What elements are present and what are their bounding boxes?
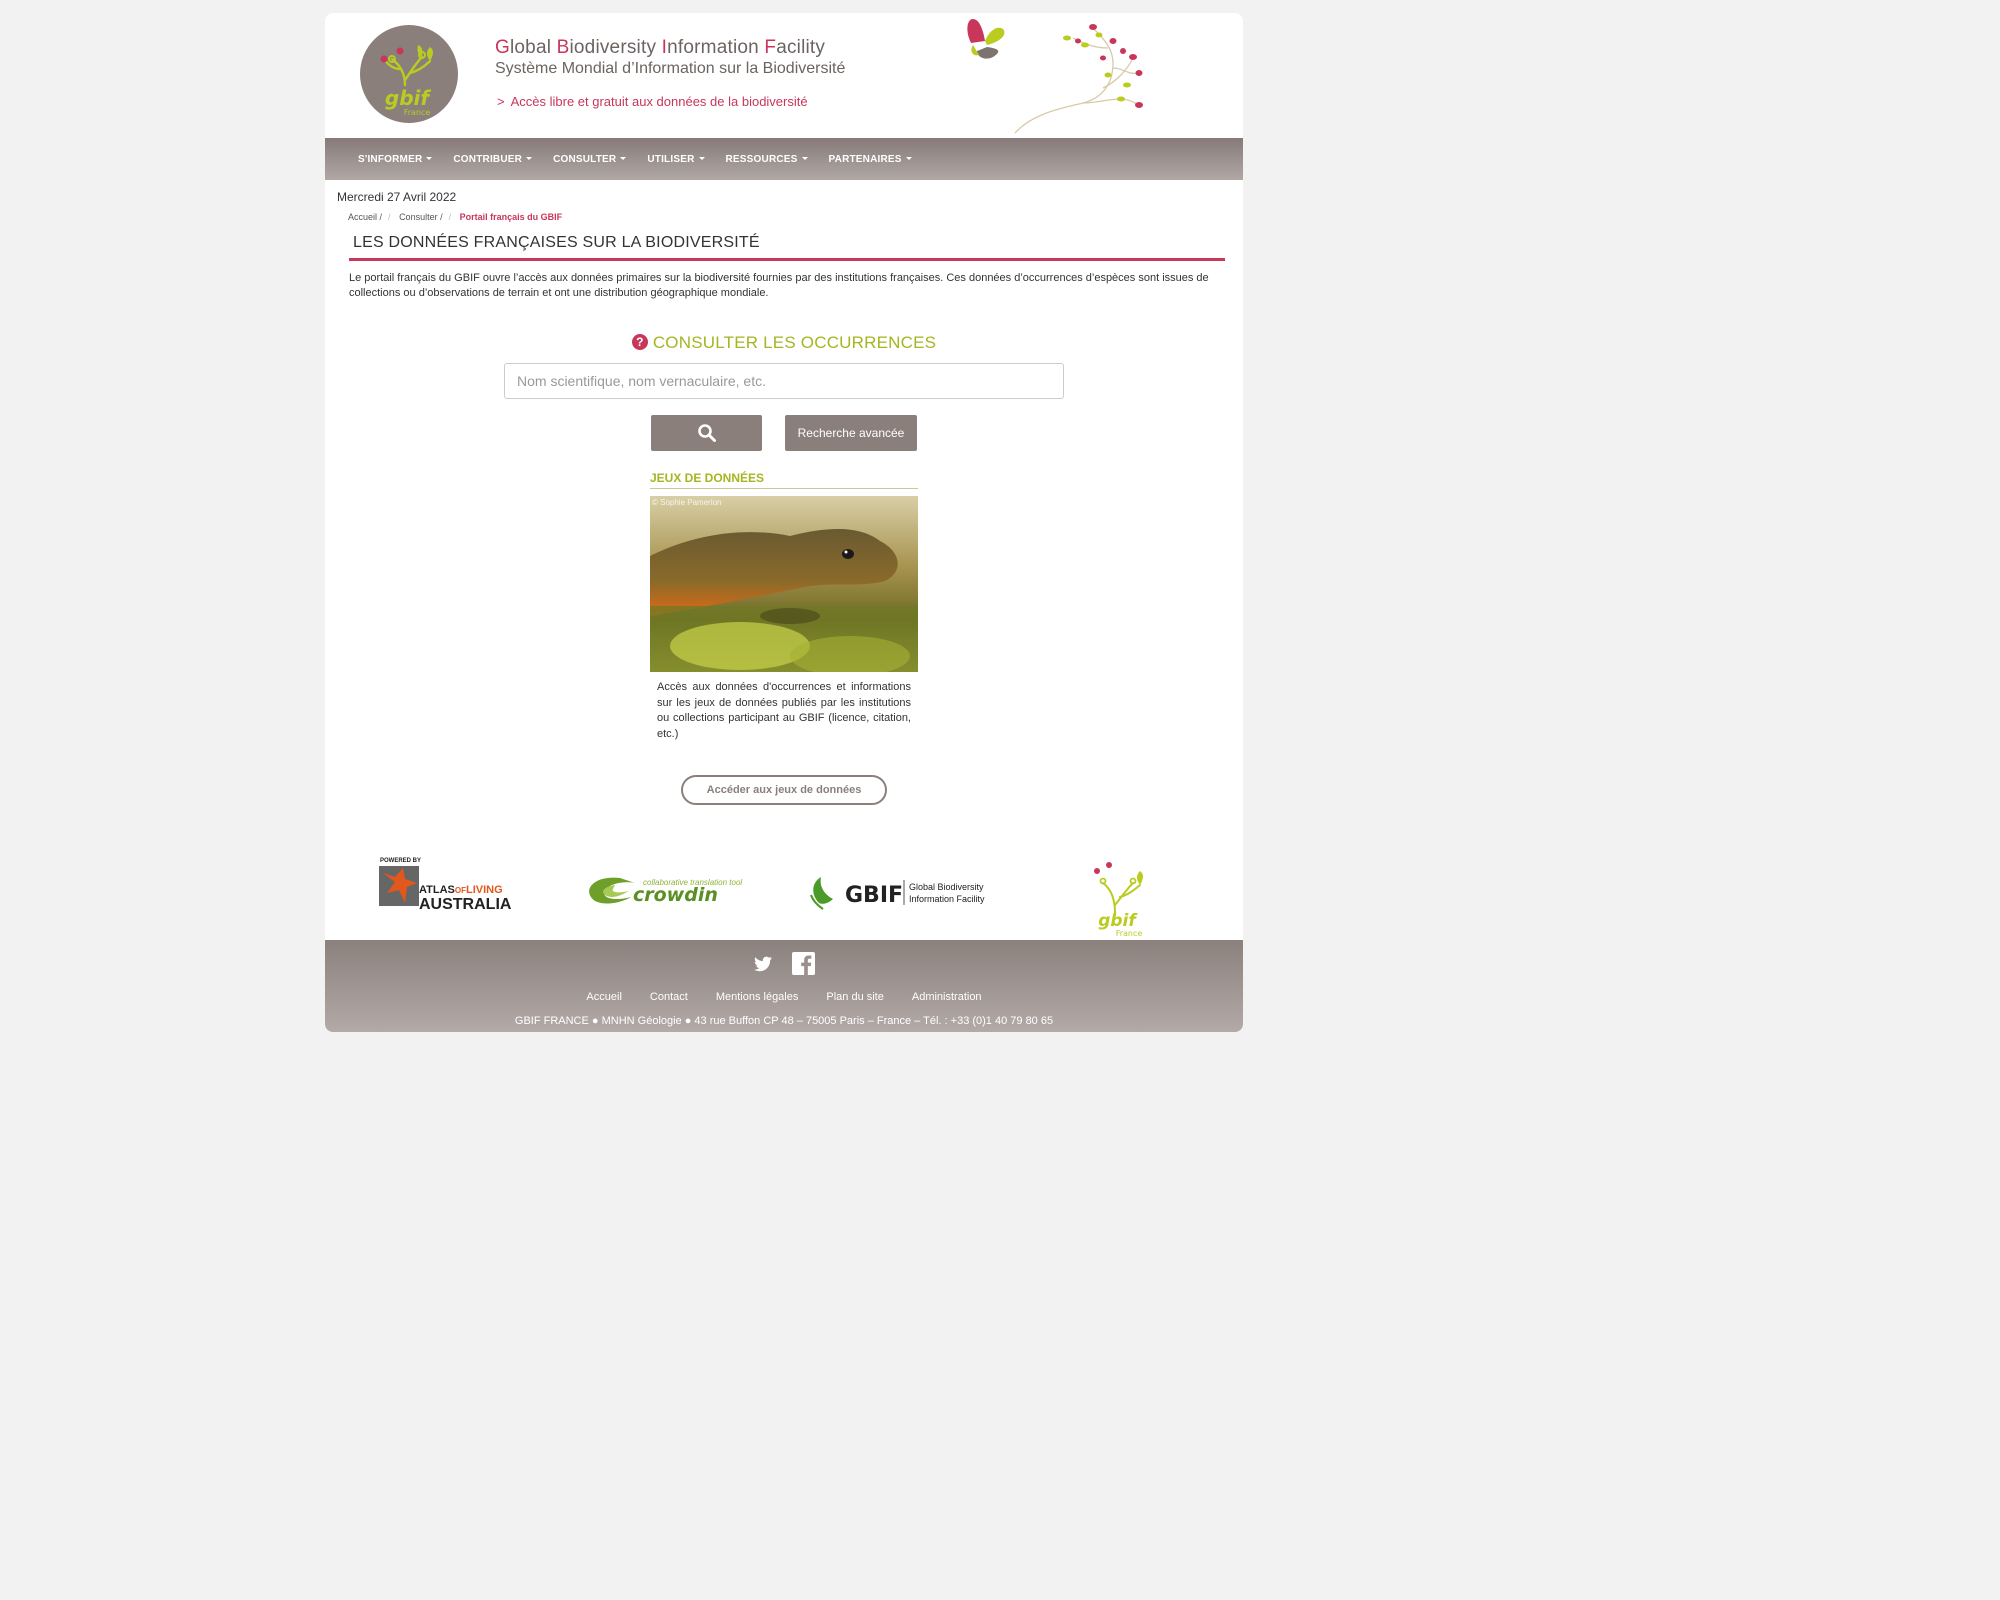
social-links xyxy=(325,940,1243,975)
gbif-france-logo[interactable]: gbif France xyxy=(360,25,458,123)
svg-text:gbif: gbif xyxy=(1098,911,1138,931)
datasets-heading: JEUX DE DONNÉES xyxy=(650,471,918,489)
svg-text:crowdin: crowdin xyxy=(633,884,718,906)
svg-text:AUSTRALIA: AUSTRALIA xyxy=(419,896,512,913)
gbif-global-logo-icon: GBIF Global Biodiversity Information Fac… xyxy=(810,877,985,910)
search-icon xyxy=(697,424,716,442)
partners-logos-art: POWERED BY ATLASOFLIVING AUSTRALIA colla… xyxy=(379,858,1143,938)
svg-text:ATLASOFLIVING: ATLASOFLIVING xyxy=(419,884,503,896)
search-buttons: Recherche avancée xyxy=(325,415,1243,451)
title-part: Global xyxy=(495,37,557,58)
breadcrumb-consulter[interactable]: Consulter xyxy=(399,212,438,222)
svg-text:France: France xyxy=(1116,929,1143,938)
title-part: Biodiversity xyxy=(556,37,662,58)
datasets-panel: JEUX DE DONNÉES © Sophie Pamerlon Accès … xyxy=(650,471,918,742)
svg-text:Information Facility: Information Facility xyxy=(909,894,985,904)
nav-item-ressources[interactable]: RESSOURCES xyxy=(726,154,808,165)
nav-item-sinformer[interactable]: S'INFORMER xyxy=(358,154,433,165)
site-header: gbif France Global Biodiversity Informat… xyxy=(325,13,1243,138)
newt-photo[interactable]: © Sophie Pamerlon xyxy=(650,496,918,672)
caret-down-icon xyxy=(801,156,808,160)
svg-text:POWERED BY: POWERED BY xyxy=(380,858,421,864)
image-credit: © Sophie Pamerlon xyxy=(652,498,722,507)
svg-text:Global Biodiversity: Global Biodiversity xyxy=(909,882,984,892)
footer-link-admin[interactable]: Administration xyxy=(912,991,982,1003)
site-subtitle: Système Mondial d’Information sur la Bio… xyxy=(495,60,846,77)
site-title-block: Global Biodiversity Information Facility… xyxy=(495,37,845,109)
breadcrumb-current: Portail français du GBIF xyxy=(459,212,563,222)
ala-logo-icon: POWERED BY ATLASOFLIVING AUSTRALIA xyxy=(379,858,512,913)
branch-icon xyxy=(1014,27,1139,134)
advanced-search-button[interactable]: Recherche avancée xyxy=(785,415,917,451)
footer-address: GBIF FRANCE ● MNHN Géologie ● 43 rue Buf… xyxy=(514,1015,1054,1027)
caret-down-icon xyxy=(426,156,433,160)
site-tagline[interactable]: > Accès libre et gratuit aux données de l… xyxy=(497,94,845,109)
footer-links: Accueil Contact Mentions légales Plan du… xyxy=(325,991,1243,1003)
caret-down-icon xyxy=(698,156,705,160)
intro-text: Le portail français du GBIF ouvre l’accè… xyxy=(349,272,1209,299)
svg-text:GBIF: GBIF xyxy=(845,883,903,908)
occurrences-heading-text: CONSULTER LES OCCURRENCES xyxy=(652,333,937,352)
occurrences-heading: ? CONSULTER LES OCCURRENCES xyxy=(325,333,1243,353)
title-part: Information xyxy=(661,37,765,58)
page-container: gbif France Global Biodiversity Informat… xyxy=(325,13,1243,1032)
partners-logos: POWERED BY ATLASOFLIVING AUSTRALIA colla… xyxy=(325,835,1243,940)
nav-item-consulter[interactable]: CONSULTER xyxy=(553,154,627,165)
footer-link-mentions[interactable]: Mentions légales xyxy=(716,991,799,1003)
tagline-marker: > xyxy=(497,94,505,109)
nav-item-utiliser[interactable]: UTILISER xyxy=(647,154,705,165)
facebook-icon[interactable] xyxy=(791,952,815,975)
footer-link-contact[interactable]: Contact xyxy=(650,991,688,1003)
search-button[interactable] xyxy=(651,415,762,451)
newt-photo-art: © Sophie Pamerlon xyxy=(650,496,918,672)
breadcrumb: Accueil / / Consulter / / Portail français… xyxy=(348,212,563,222)
logo-text: gbif xyxy=(385,86,431,110)
site-title: Global Biodiversity Information Facility xyxy=(495,37,845,59)
breadcrumb-home[interactable]: Accueil xyxy=(348,212,377,222)
footer-link-accueil[interactable]: Accueil xyxy=(586,991,621,1003)
search-input[interactable] xyxy=(504,363,1064,399)
nav-item-contribuer[interactable]: CONTRIBUER xyxy=(453,154,533,165)
logo-art-icon: gbif France xyxy=(380,45,433,117)
tagline-text: Accès libre et gratuit aux données de la… xyxy=(510,94,808,109)
nav-item-partenaires[interactable]: PARTENAIRES xyxy=(829,154,912,165)
current-date: Mercredi 27 Avril 2022 xyxy=(337,190,457,204)
butterfly-icon xyxy=(967,19,1005,59)
gbif-france-logo-icon: gbif France xyxy=(1094,862,1143,938)
help-icon[interactable]: ? xyxy=(631,334,648,350)
page-title: LES DONNÉES FRANÇAISES SUR LA BIODIVERSI… xyxy=(349,232,1225,261)
datasets-description: Accès aux données d'occurrences et infor… xyxy=(657,681,911,740)
butterfly-branch-decoration xyxy=(967,19,1143,134)
title-part: Facility xyxy=(764,37,826,58)
main-navigation: S'INFORMER CONTRIBUER CONSULTER UTILISER… xyxy=(325,138,1243,180)
logo-subtext: France xyxy=(404,108,431,117)
caret-down-icon xyxy=(620,156,627,160)
crowdin-logo-icon: collaborative translation tool crowdin xyxy=(589,877,742,906)
access-datasets-button[interactable]: Accéder aux jeux de données xyxy=(681,775,887,805)
footer-link-plan[interactable]: Plan du site xyxy=(826,991,883,1003)
caret-down-icon xyxy=(905,156,912,160)
caret-down-icon xyxy=(526,156,533,160)
site-footer: Accueil Contact Mentions légales Plan du… xyxy=(325,940,1243,1032)
twitter-icon[interactable] xyxy=(753,956,772,972)
